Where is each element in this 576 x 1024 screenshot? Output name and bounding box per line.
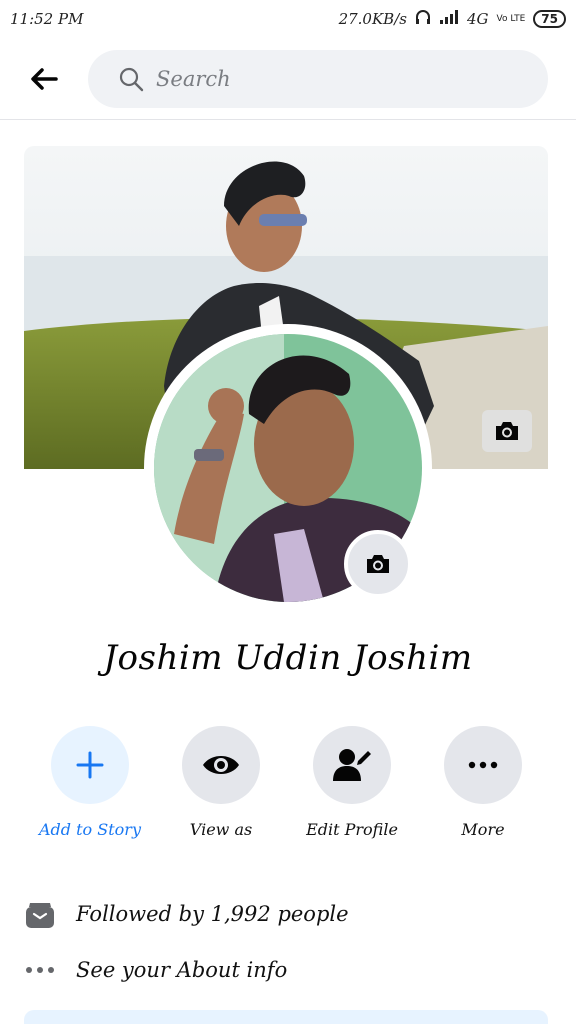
profile-actions: Add to Story View as Edit Profile More: [0, 726, 576, 846]
add-to-story-circle[interactable]: [51, 726, 129, 804]
more-dots-icon: [26, 967, 54, 973]
followers-icon: [26, 903, 54, 928]
view-as-button[interactable]: View as: [156, 726, 286, 839]
headphones-icon: [415, 9, 431, 29]
about-row[interactable]: See your About info: [24, 950, 544, 990]
add-to-story-label: Add to Story: [39, 820, 141, 839]
plus-icon: [76, 751, 104, 779]
network-type: 4G: [466, 10, 489, 28]
net-speed: 27.0KB/s: [338, 10, 407, 28]
status-bar: 11:52 PM 27.0KB/s 4G Vo LTE 75: [0, 0, 576, 38]
camera-icon: [496, 422, 518, 440]
eye-icon: [203, 756, 239, 774]
more-label: More: [461, 820, 505, 839]
status-time: 11:52 PM: [10, 10, 84, 28]
more-circle[interactable]: [444, 726, 522, 804]
back-button[interactable]: [24, 62, 64, 96]
header: Search: [0, 38, 576, 120]
view-as-circle[interactable]: [182, 726, 260, 804]
avatar-camera-button[interactable]: [344, 530, 412, 598]
more-icon: [468, 761, 498, 769]
cover-camera-button[interactable]: [482, 410, 532, 452]
more-button[interactable]: More: [418, 726, 548, 839]
search-icon: [119, 67, 144, 92]
edit-public-details-card[interactable]: [24, 1010, 548, 1024]
profile-name: Joshim Uddin Joshim: [103, 638, 473, 678]
edit-profile-icon: [333, 749, 371, 781]
search-placeholder: Search: [156, 67, 231, 91]
camera-icon: [367, 555, 389, 573]
edit-profile-label: Edit Profile: [306, 820, 398, 839]
search-input[interactable]: Search: [88, 50, 548, 108]
signal-icon: [439, 10, 459, 28]
volte-badge: Vo LTE: [496, 13, 526, 24]
edit-profile-button[interactable]: Edit Profile: [287, 726, 417, 839]
back-arrow-icon: [31, 68, 58, 90]
followers-row[interactable]: Followed by 1,992 people: [24, 894, 544, 934]
add-to-story-button[interactable]: Add to Story: [25, 726, 155, 839]
status-indicators: 27.0KB/s 4G Vo LTE 75: [339, 9, 566, 29]
battery-indicator: 75: [533, 10, 566, 28]
edit-profile-circle[interactable]: [313, 726, 391, 804]
about-text: See your About info: [76, 958, 288, 982]
view-as-label: View as: [189, 820, 253, 839]
followers-text: Followed by 1,992 people: [76, 902, 349, 926]
